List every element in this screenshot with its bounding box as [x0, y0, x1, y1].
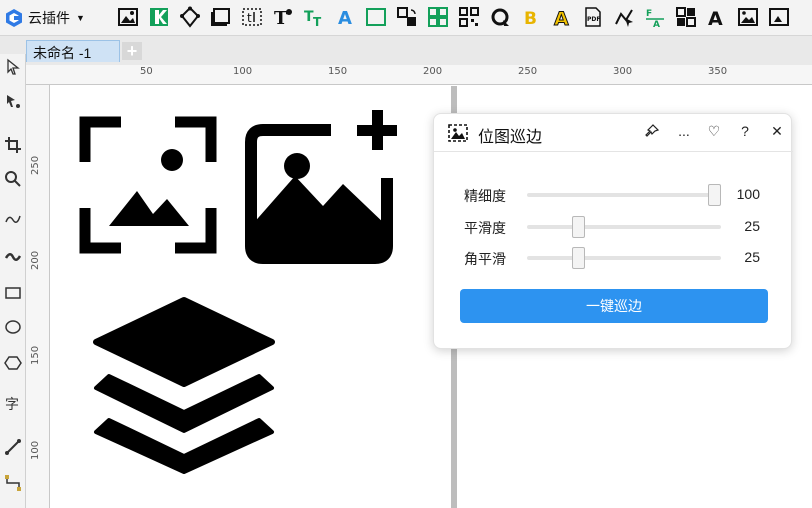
svg-text:PDF: PDF — [587, 16, 600, 23]
connector-tool-icon[interactable] — [2, 472, 24, 494]
svg-text:A: A — [708, 8, 723, 28]
text-edit-icon[interactable]: FA — [643, 4, 666, 30]
ellipse-tool-icon[interactable] — [2, 316, 24, 338]
document-tab-bar: 未命名 -1 + — [0, 36, 812, 65]
crop-tool-icon[interactable] — [2, 134, 24, 156]
node-cursor-icon[interactable] — [612, 4, 635, 30]
corner-smoothness-slider-thumb[interactable] — [572, 247, 586, 269]
close-icon[interactable]: ✕ — [767, 123, 787, 143]
dimension-tool-icon[interactable] — [2, 436, 24, 458]
svg-text:T: T — [274, 8, 288, 28]
corner-smoothness-slider[interactable] — [527, 256, 721, 260]
bitmap-trace-panel: 位图巡边 ... ♡ ? ✕ 精细度 100 平滑度 25 角平滑 25 一键巡… — [433, 113, 793, 349]
qr-icon[interactable] — [457, 4, 480, 30]
bitmap-trace-icon — [448, 124, 468, 142]
svg-text:A: A — [554, 8, 569, 28]
corner-smoothness-label: 角平滑 — [464, 251, 506, 267]
image-frame-icon[interactable] — [79, 116, 219, 256]
rectangle-tool-icon[interactable] — [2, 282, 24, 304]
ruler-label: 250 — [30, 155, 41, 175]
grid-icon[interactable] — [426, 4, 449, 30]
favorite-icon[interactable]: ♡ — [704, 123, 724, 143]
text-box-icon[interactable]: t — [240, 4, 263, 30]
top-toolbar: 云插件 ▼ t T TT A B A PDF F A A — [0, 0, 812, 36]
left-toolbox: 字 — [0, 54, 26, 508]
split-icon[interactable] — [147, 4, 170, 30]
letter-icon[interactable]: A — [705, 4, 728, 30]
ruler-label: 200 — [30, 250, 41, 270]
bold-icon[interactable]: B — [519, 4, 542, 30]
document-tab[interactable]: 未命名 -1 — [26, 40, 120, 62]
svg-text:A: A — [653, 20, 660, 28]
ruler-label: 250 — [518, 66, 538, 77]
ruler-label: 200 — [423, 66, 443, 77]
plugin-menu[interactable]: 云插件 ▼ — [4, 6, 85, 30]
artistic-media-tool-icon[interactable] — [2, 246, 24, 268]
fineness-label: 精细度 — [464, 188, 506, 204]
ruler-label: 50 — [140, 66, 153, 77]
svg-text:F: F — [646, 9, 652, 19]
more-options-button[interactable]: ... — [674, 123, 694, 143]
freehand-tool-icon[interactable] — [2, 208, 24, 230]
fineness-value: 100 — [736, 186, 760, 202]
polygon-tool-icon[interactable] — [2, 352, 24, 374]
ruler-label: 100 — [30, 440, 41, 460]
vertical-ruler: 250 200 150 100 — [26, 85, 50, 508]
frame-icon[interactable] — [209, 4, 232, 30]
image-add-icon[interactable] — [245, 106, 405, 266]
svg-text:A: A — [338, 8, 352, 28]
ruler-label: 150 — [328, 66, 348, 77]
pdf-icon[interactable]: PDF — [581, 4, 604, 30]
plugin-menu-label: 云插件 — [28, 10, 70, 26]
swap-icon[interactable] — [395, 4, 418, 30]
cloud-plugin-logo-icon — [6, 9, 22, 27]
outline-text-icon[interactable]: A — [333, 4, 356, 30]
smoothness-slider-thumb[interactable] — [572, 216, 586, 238]
panel-header[interactable]: 位图巡边 ... ♡ ? ✕ — [434, 114, 793, 152]
image-trace-icon[interactable] — [116, 4, 139, 30]
text-style-icon[interactable]: T — [271, 4, 294, 30]
one-click-trace-button[interactable]: 一键巡边 — [460, 289, 768, 323]
corner-smoothness-value: 25 — [744, 249, 760, 265]
shape-tool-icon[interactable] — [2, 90, 24, 112]
text-tool-icon[interactable]: 字 — [2, 392, 24, 414]
pin-icon[interactable] — [642, 123, 662, 143]
smoothness-slider[interactable] — [527, 225, 721, 229]
more-icon[interactable] — [767, 4, 790, 30]
outlined-letter-icon[interactable]: A — [550, 4, 573, 30]
panel-title: 位图巡边 — [478, 129, 543, 146]
rectangle-icon[interactable] — [364, 4, 387, 30]
layout-icon[interactable] — [674, 4, 697, 30]
layers-icon[interactable] — [89, 296, 279, 476]
svg-text:t: t — [247, 11, 252, 25]
pick-tool-icon[interactable] — [2, 56, 24, 78]
chevron-down-icon: ▼ — [76, 13, 85, 23]
image-border-icon[interactable] — [736, 4, 759, 30]
node-edit-icon[interactable] — [178, 4, 201, 30]
ruler-label: 350 — [708, 66, 728, 77]
ruler-label: 300 — [613, 66, 633, 77]
horizontal-ruler: 50 100 150 200 250 300 350 — [26, 65, 812, 85]
fineness-slider-thumb[interactable] — [708, 184, 721, 206]
refresh-icon[interactable] — [488, 4, 511, 30]
ruler-label: 100 — [233, 66, 253, 77]
smoothness-label: 平滑度 — [464, 220, 506, 236]
smoothness-value: 25 — [744, 218, 760, 234]
help-button[interactable]: ? — [735, 123, 755, 143]
svg-text:B: B — [524, 9, 537, 28]
zoom-tool-icon[interactable] — [2, 168, 24, 190]
svg-text:T: T — [313, 15, 322, 28]
add-tab-button[interactable]: + — [122, 42, 142, 60]
ruler-label: 150 — [30, 345, 41, 365]
text-spacing-icon[interactable]: TT — [302, 4, 325, 30]
svg-text:字: 字 — [5, 397, 19, 412]
fineness-slider[interactable] — [527, 193, 721, 197]
